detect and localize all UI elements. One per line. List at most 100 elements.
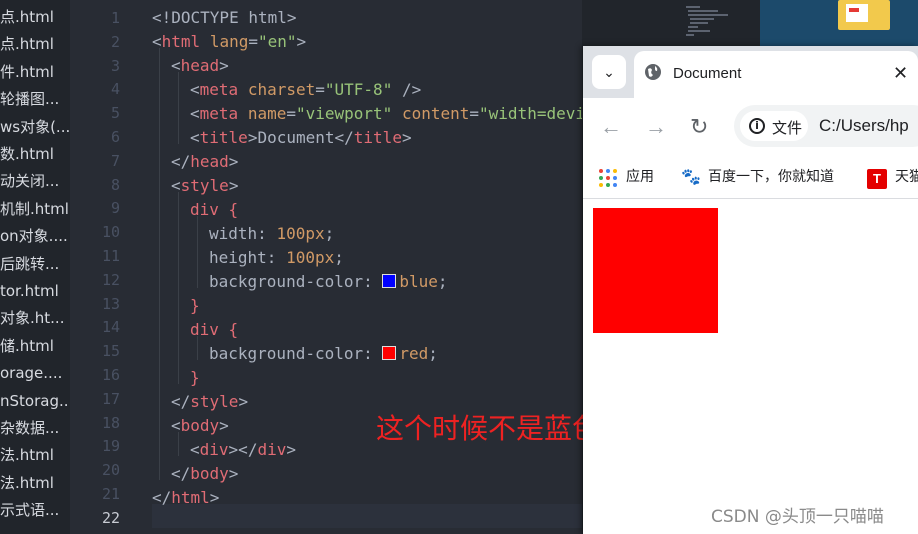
file-tree-item[interactable]: 法.html — [0, 442, 70, 469]
file-tree-item[interactable]: 点.html — [0, 4, 70, 31]
attr-name: name — [247, 104, 287, 123]
file-tree-item[interactable]: nStorag... — [0, 388, 70, 415]
reload-icon[interactable]: ↻ — [690, 114, 708, 140]
code-line[interactable]: </body> — [171, 462, 238, 486]
color-swatch-red[interactable] — [382, 346, 397, 360]
globe-icon — [645, 64, 661, 80]
css-property: background-color: — [209, 344, 383, 363]
document-icon-mark — [849, 8, 859, 12]
browser-window: ⌄ Document ✕ ← → ↻ i 文件 C:/Users/hp 应用 🐾… — [583, 46, 918, 534]
url-text[interactable]: C:/Users/hp — [819, 116, 909, 136]
file-tree-item[interactable]: on对象.... — [0, 223, 70, 250]
line-number: 17 — [101, 389, 120, 408]
page-viewport: CSDN @头顶一只喵喵 — [583, 199, 918, 534]
tag-name: meta — [199, 80, 239, 99]
file-tree-item[interactable]: 示式语... — [0, 497, 70, 524]
tag-name: head — [190, 152, 229, 171]
file-tree-item[interactable]: 动关闭... — [0, 168, 70, 195]
file-tree-item[interactable]: orage.... — [0, 360, 70, 387]
file-tree-item[interactable]: ws对象(... — [0, 114, 70, 141]
file-tree-item[interactable]: 机制.html — [0, 196, 70, 223]
attr-value: "viewport" — [295, 104, 393, 123]
line-number: 5 — [110, 104, 120, 123]
code-line[interactable]: div { — [190, 318, 238, 342]
line-number: 20 — [101, 461, 120, 480]
tmall-icon[interactable]: T — [867, 169, 887, 189]
css-property: height: — [209, 248, 287, 267]
forward-arrow-icon[interactable]: → — [645, 114, 667, 140]
code-line[interactable]: background-color: red; — [209, 342, 438, 366]
line-number: 19 — [101, 437, 120, 456]
line-number: 6 — [110, 128, 120, 146]
css-value: 100px — [276, 224, 325, 243]
code-line[interactable]: height: 100px; — [209, 246, 344, 270]
code-line[interactable]: <head> — [171, 54, 229, 78]
line-number: 1 — [110, 9, 120, 27]
bookmark-baidu[interactable]: 百度一下，你就知道 — [708, 166, 834, 186]
indent-guide — [178, 192, 179, 384]
tab-document[interactable]: Document ✕ — [634, 51, 918, 98]
code-line[interactable]: </head> — [171, 150, 238, 174]
file-tree-item[interactable]: 件.html — [0, 59, 70, 86]
code-line[interactable]: <title>Document</title> — [190, 126, 412, 150]
code-line[interactable]: </style> — [171, 390, 248, 414]
code-line[interactable]: <!DOCTYPE html> — [152, 6, 297, 30]
tag-name: style — [180, 176, 229, 195]
bookmark-apps[interactable]: 应用 — [626, 166, 654, 186]
code-line[interactable]: <div></div> — [190, 438, 296, 462]
line-number: 11 — [101, 247, 120, 265]
file-tree-item[interactable]: 点.html — [0, 31, 70, 58]
code-line[interactable]: <html lang="en"> — [152, 30, 306, 54]
file-tree-item[interactable]: 轮播图... — [0, 86, 70, 113]
apps-grid-icon[interactable] — [599, 169, 617, 187]
tag-name: title — [353, 128, 402, 147]
bookmark-tmall[interactable]: 天猫 — [895, 166, 918, 186]
line-number: 12 — [101, 270, 120, 289]
address-bar[interactable]: i 文件 C:/Users/hp — [734, 105, 918, 147]
attr-value: "en" — [257, 32, 297, 51]
file-tree-item[interactable]: 对象.ht... — [0, 305, 70, 332]
indent-guide — [197, 216, 198, 288]
attr-value: "UTF-8" — [324, 80, 393, 99]
css-selector: div — [190, 200, 219, 219]
code-line[interactable]: <meta name="viewport" content="width=dev… — [190, 102, 582, 126]
css-selector: div — [190, 320, 219, 339]
code-line[interactable]: <style> — [171, 174, 238, 198]
site-info-chip[interactable]: i 文件 — [740, 111, 808, 141]
baidu-icon[interactable]: 🐾 — [681, 167, 701, 187]
tab-title: Document — [673, 65, 742, 82]
tag-name: style — [190, 392, 239, 411]
file-tree-item[interactable]: 杂数据... — [0, 415, 70, 442]
line-number: 15 — [101, 342, 120, 361]
line-number: 7 — [110, 151, 120, 170]
tab-search-button[interactable]: ⌄ — [592, 55, 626, 89]
indent-guide — [178, 72, 179, 144]
file-tree-item[interactable]: 数.html — [0, 141, 70, 168]
close-icon[interactable]: ✕ — [893, 63, 908, 84]
editor-minimap[interactable] — [686, 4, 746, 44]
css-value: blue — [399, 272, 438, 291]
tag-name: head — [180, 56, 220, 75]
code-line[interactable]: <meta charset="UTF-8" /> — [190, 78, 421, 102]
color-swatch-blue[interactable] — [382, 274, 397, 288]
back-arrow-icon[interactable]: ← — [600, 114, 622, 140]
code-line[interactable]: } — [190, 294, 200, 318]
code-line[interactable]: width: 100px; — [209, 222, 334, 246]
tag-name: body — [180, 416, 220, 435]
code-editor[interactable]: 1 2 3 4 5 6 7 8 9 10 11 12 13 14 15 16 17 18 19 20 21 22 <!DO… — [70, 0, 582, 534]
info-icon: i — [749, 118, 765, 134]
file-tree-item[interactable]: 后跳转... — [0, 251, 70, 278]
code-line[interactable]: <body> — [171, 414, 229, 438]
line-number: 18 — [101, 413, 120, 432]
file-tree-item[interactable]: tor.html — [0, 278, 70, 305]
tag-name: div — [257, 440, 287, 459]
code-line[interactable]: background-color: blue; — [209, 270, 448, 294]
attr-name: lang — [209, 32, 249, 51]
file-tree-item[interactable]: 法.html — [0, 470, 70, 497]
file-tree-item[interactable]: 储.html — [0, 333, 70, 360]
attr-name: content — [401, 104, 470, 123]
code-line[interactable]: } — [190, 366, 200, 390]
line-number: 16 — [101, 366, 120, 384]
code-line[interactable]: </html> — [152, 486, 219, 510]
code-line[interactable]: div { — [190, 198, 238, 222]
